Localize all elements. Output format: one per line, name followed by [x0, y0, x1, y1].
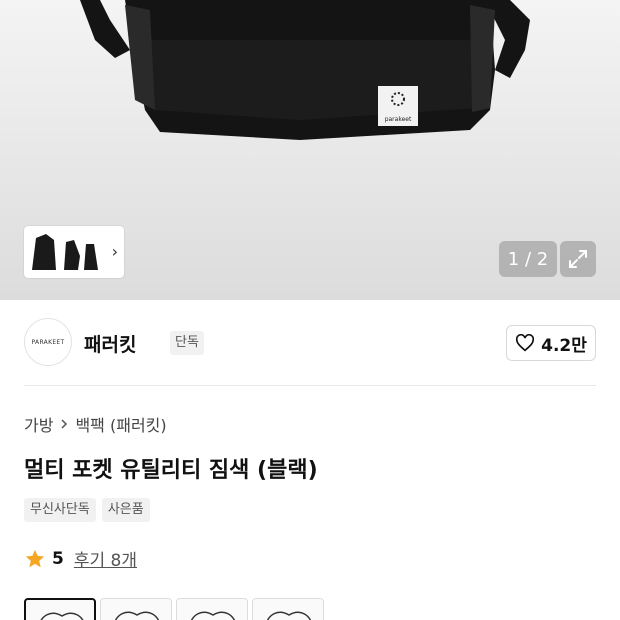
- product-title: 멀티 포켓 유틸리티 짐색 (블랙): [24, 458, 318, 483]
- variant-option[interactable]: [100, 598, 172, 620]
- variant-thumbnails: [24, 598, 324, 620]
- exclusive-badge: 단독: [170, 331, 204, 355]
- breadcrumb: 가방 백팩 (패러킷): [24, 412, 167, 436]
- variant-option[interactable]: [24, 598, 96, 620]
- product-tags: 무신사단독 사은품: [24, 498, 150, 522]
- expand-icon: [569, 250, 587, 268]
- bag-brand-label: parakeet: [385, 116, 412, 123]
- brand-row: PARAKEET 패러킷 단독 4.2만: [24, 318, 596, 368]
- product-image-gallery[interactable]: parakeet › 1 / 2: [0, 0, 620, 300]
- divider: [24, 385, 596, 386]
- star-icon: [25, 549, 45, 567]
- variant-option[interactable]: [252, 598, 324, 620]
- review-link[interactable]: 후기 8개: [74, 546, 137, 571]
- like-count: 4.2만: [541, 335, 587, 356]
- variant-option[interactable]: [176, 598, 248, 620]
- breadcrumb-item-subcategory[interactable]: 백팩 (패러킷): [75, 412, 166, 436]
- brand-logo[interactable]: PARAKEET: [24, 318, 72, 366]
- chevron-right-icon: [61, 419, 68, 429]
- variant-image: [115, 611, 159, 620]
- variant-image: [40, 612, 84, 620]
- brand-name[interactable]: 패러킷: [84, 330, 136, 357]
- breadcrumb-item-category[interactable]: 가방: [24, 412, 53, 436]
- variant-image: [191, 611, 235, 620]
- image-counter: 1 / 2: [499, 241, 557, 277]
- expand-button[interactable]: [560, 241, 596, 277]
- variant-image: [267, 611, 311, 620]
- chevron-right-icon[interactable]: ›: [112, 244, 118, 260]
- thumbnail-strip[interactable]: ›: [24, 226, 124, 278]
- thumbnail-images: [32, 234, 98, 270]
- heart-icon: [516, 334, 535, 352]
- tag-exclusive: 무신사단독: [24, 498, 96, 522]
- rating-score: 5: [52, 548, 64, 569]
- like-button[interactable]: 4.2만: [506, 325, 596, 361]
- rating-row: 5 후기 8개: [24, 546, 137, 571]
- tag-gift: 사은품: [101, 498, 150, 522]
